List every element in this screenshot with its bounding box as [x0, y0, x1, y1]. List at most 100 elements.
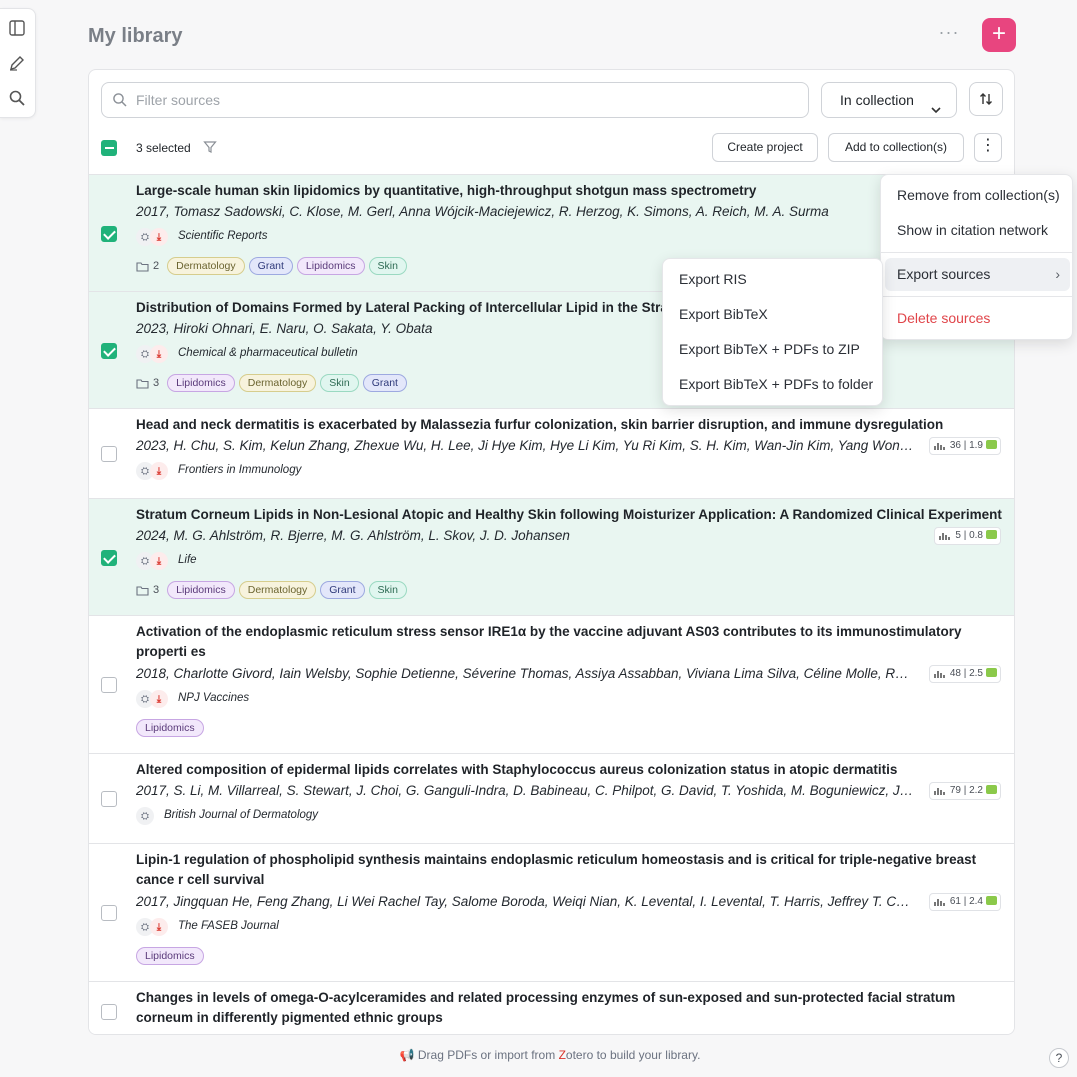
select-all-checkbox[interactable]: [101, 140, 117, 156]
open-access-icon: [986, 785, 997, 794]
tag-chip[interactable]: Skin: [320, 374, 359, 392]
tag-chip[interactable]: Lipidomics: [167, 581, 235, 599]
source-icons: ⛭ ⤓: [136, 918, 176, 938]
pdf-icon[interactable]: ⤓: [150, 462, 168, 480]
source-row[interactable]: Altered composition of epidermal lipids …: [89, 753, 1014, 843]
menu-show-citation-network[interactable]: Show in citation network: [885, 214, 1070, 247]
selected-count: 3 selected: [136, 141, 191, 155]
zotero-link-z[interactable]: Z: [559, 1048, 566, 1062]
row-checkbox[interactable]: [101, 343, 117, 359]
source-title[interactable]: Large-scale human skin lipidomics by qua…: [136, 181, 1004, 201]
source-icons: ⛭ ⤓: [136, 552, 176, 572]
search-icon: [112, 92, 128, 113]
collection-select-label: In collection: [840, 92, 914, 108]
source-title[interactable]: Activation of the endoplasmic reticulum …: [136, 622, 1004, 662]
citation-metric-badge[interactable]: 48 | 2.5: [928, 665, 1001, 683]
source-journal: Chemical & pharmaceutical bulletin: [178, 347, 358, 359]
filter-selected-icon[interactable]: [203, 140, 217, 159]
footer-text-after: to build your library.: [593, 1048, 701, 1062]
source-row[interactable]: Lipin-1 regulation of phospholipid synth…: [89, 843, 1014, 981]
filter-input[interactable]: [136, 83, 796, 117]
citation-metric-badge[interactable]: 36 | 1.9: [928, 437, 1001, 455]
chevron-down-icon: [930, 94, 942, 128]
citations-icon: [933, 443, 945, 450]
menu-export-sources-label: Export sources: [897, 266, 991, 282]
collection-select[interactable]: In collection: [821, 82, 957, 118]
source-title[interactable]: Altered composition of epidermal lipids …: [136, 760, 1004, 780]
export-ris[interactable]: Export RIS: [667, 263, 880, 296]
source-journal: NPJ Vaccines: [178, 692, 250, 704]
source-journal: Frontiers in Immunology: [178, 464, 302, 476]
row-checkbox[interactable]: [101, 791, 117, 807]
citations-icon: [933, 899, 945, 906]
source-tags: 3 Lipidomics Dermatology Grant Skin: [136, 580, 407, 600]
add-source-button[interactable]: +: [982, 18, 1016, 52]
help-button[interactable]: ?: [1049, 1048, 1069, 1068]
tag-chip[interactable]: Skin: [368, 257, 407, 275]
collection-count[interactable]: 2: [136, 260, 159, 272]
citation-metric-badge[interactable]: 61 | 2.4: [928, 893, 1001, 911]
selection-bar: 3 selected Create project Add to collect…: [89, 132, 1014, 172]
sort-button[interactable]: [969, 82, 1003, 116]
source-authors: 2018, Charlotte Givord, Iain Welsby, Sop…: [136, 666, 916, 681]
citation-metric-badge[interactable]: 5 | 0.8: [934, 527, 1001, 545]
edit-icon[interactable]: [6, 52, 28, 74]
source-row[interactable]: Stratum Corneum Lipids in Non-Lesional A…: [89, 498, 1014, 615]
export-submenu: Export RIS Export BibTeX Export BibTeX +…: [662, 258, 883, 406]
row-checkbox[interactable]: [101, 1004, 117, 1020]
source-authors: 2023, H. Chu, S. Kim, Kelun Zhang, Zhexu…: [136, 438, 916, 453]
source-authors: 2017, S. Li, M. Villarreal, S. Stewart, …: [136, 783, 916, 798]
row-checkbox[interactable]: [101, 226, 117, 242]
filter-box: [101, 82, 809, 118]
source-title[interactable]: Stratum Corneum Lipids in Non-Lesional A…: [136, 505, 1004, 525]
row-checkbox[interactable]: [101, 905, 117, 921]
add-to-collection-button[interactable]: Add to collection(s): [828, 133, 964, 162]
tag-chip[interactable]: Lipidomics: [136, 719, 204, 737]
pdf-icon[interactable]: ⤓: [150, 552, 168, 570]
collection-count[interactable]: 3: [136, 584, 159, 596]
megaphone-icon: 📢: [399, 1048, 415, 1062]
row-checkbox[interactable]: [101, 550, 117, 566]
citation-metric-value: 36 | 1.9: [949, 440, 983, 451]
pdf-icon[interactable]: ⤓: [150, 345, 168, 363]
source-row[interactable]: Activation of the endoplasmic reticulum …: [89, 615, 1014, 753]
tag-chip[interactable]: Grant: [362, 374, 407, 392]
pdf-icon[interactable]: ⤓: [150, 918, 168, 936]
menu-export-sources[interactable]: Export sources ›: [885, 258, 1070, 291]
row-checkbox[interactable]: [101, 677, 117, 693]
export-bibtex[interactable]: Export BibTeX: [667, 298, 880, 331]
menu-remove-from-collection[interactable]: Remove from collection(s): [885, 179, 1070, 212]
tag-chip[interactable]: Dermatology: [167, 257, 245, 275]
source-row[interactable]: Head and neck dermatitis is exacerbated …: [89, 408, 1014, 498]
search-icon[interactable]: [6, 87, 28, 109]
sidebar-toggle-icon[interactable]: [6, 17, 28, 39]
tag-chip[interactable]: Grant: [320, 581, 365, 599]
source-title[interactable]: Head and neck dermatitis is exacerbated …: [136, 415, 1004, 435]
collection-count[interactable]: 3: [136, 377, 159, 389]
export-bibtex-pdfs-folder[interactable]: Export BibTeX + PDFs to folder: [667, 368, 880, 401]
tag-chip[interactable]: Dermatology: [238, 581, 317, 599]
pdf-icon[interactable]: ⤓: [150, 690, 168, 708]
citation-metric-badge[interactable]: 79 | 2.2: [928, 782, 1001, 800]
source-row[interactable]: Changes in levels of omega-O-acylceramid…: [89, 981, 1014, 1034]
tag-chip[interactable]: Lipidomics: [167, 374, 235, 392]
pdf-icon[interactable]: ⤓: [150, 228, 168, 246]
export-bibtex-pdfs-zip[interactable]: Export BibTeX + PDFs to ZIP: [667, 333, 880, 366]
citations-icon: [939, 533, 951, 540]
zotero-link-rest[interactable]: otero: [566, 1048, 593, 1062]
tag-chip[interactable]: Skin: [368, 581, 407, 599]
tag-chip[interactable]: Lipidomics: [296, 257, 365, 275]
row-checkbox[interactable]: [101, 446, 117, 462]
create-project-button[interactable]: Create project: [712, 133, 818, 162]
source-title[interactable]: Lipin-1 regulation of phospholipid synth…: [136, 850, 1004, 890]
kebab-menu-button[interactable]: ⋮: [974, 133, 1002, 162]
tag-chip[interactable]: Lipidomics: [136, 947, 204, 965]
source-title[interactable]: Changes in levels of omega-O-acylceramid…: [136, 988, 1004, 1028]
more-options-button[interactable]: ···: [938, 22, 960, 46]
tag-chip[interactable]: Grant: [248, 257, 293, 275]
tag-chip[interactable]: Dermatology: [238, 374, 317, 392]
menu-delete-sources[interactable]: Delete sources: [885, 302, 1070, 335]
citation-metric-value: 61 | 2.4: [949, 896, 983, 907]
open-access-icon: [986, 440, 997, 449]
open-access-icon: [986, 668, 997, 677]
